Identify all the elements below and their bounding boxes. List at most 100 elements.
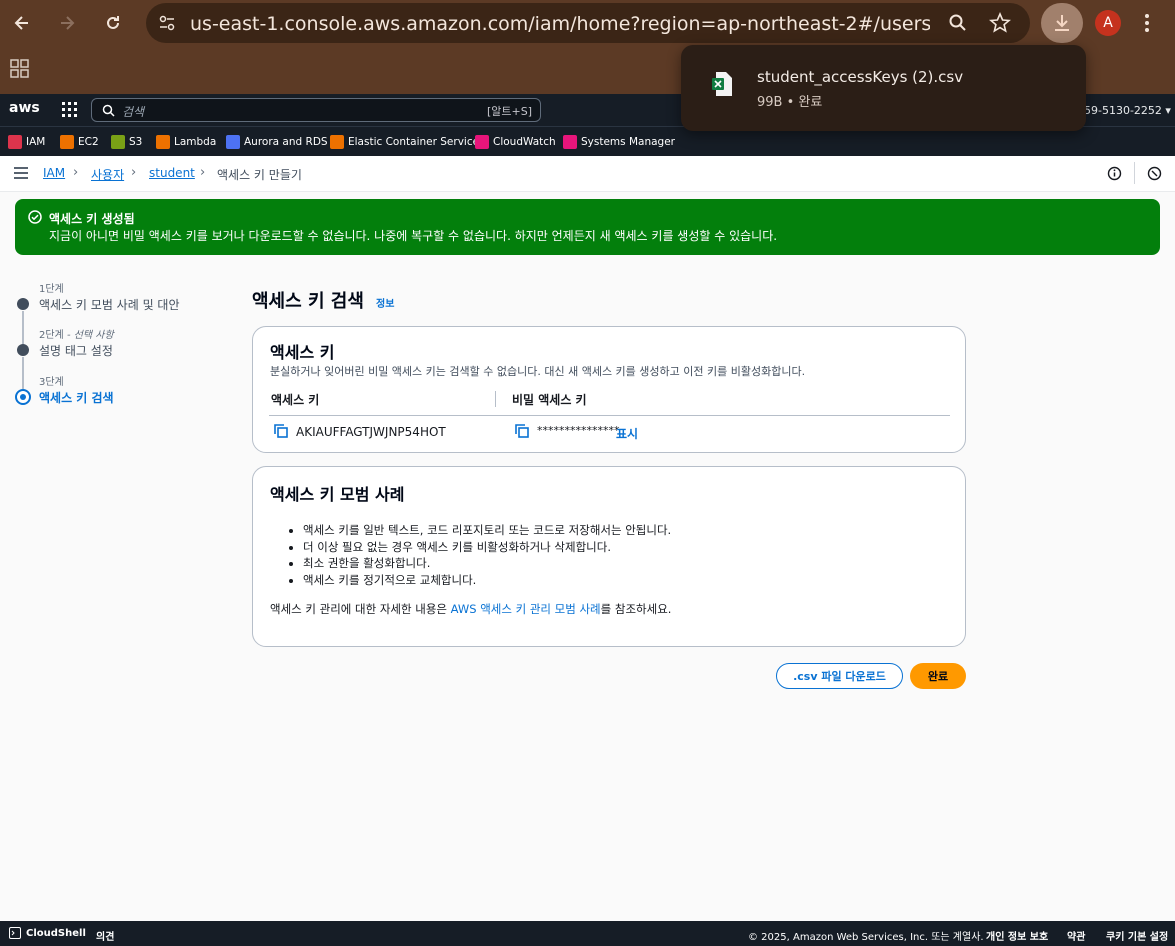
step-3-indicator bbox=[15, 389, 31, 405]
search-icon bbox=[102, 104, 115, 117]
show-secret-link[interactable]: 표시 bbox=[616, 425, 638, 442]
url-text: us-east-1.console.aws.amazon.com/iam/hom… bbox=[190, 13, 930, 35]
browser-menu-icon[interactable] bbox=[1144, 13, 1150, 33]
step-connector bbox=[22, 357, 24, 389]
info-icon[interactable] bbox=[1107, 166, 1122, 181]
favorite-ecs[interactable]: Elastic Container Service bbox=[330, 134, 479, 150]
favorite-ec2[interactable]: EC2 bbox=[60, 134, 99, 150]
info-link[interactable]: 정보 bbox=[376, 295, 394, 310]
search-shortcut-hint: [알트+S] bbox=[486, 105, 532, 118]
column-header-secret-key: 비밀 액세스 키 bbox=[512, 393, 587, 407]
list-item: 액세스 키를 정기적으로 교체합니다. bbox=[303, 572, 671, 589]
breadcrumb-student[interactable]: student bbox=[149, 166, 195, 180]
cookie-preferences-link[interactable]: 쿠키 기본 설정 bbox=[1106, 928, 1168, 943]
list-item: 더 이상 필요 없는 경우 액세스 키를 비활성화하거나 삭제합니다. bbox=[303, 539, 671, 556]
bookmark-star-icon[interactable] bbox=[989, 12, 1011, 34]
account-menu[interactable]: 59-5130-2252 ▾ bbox=[1084, 104, 1171, 117]
copy-icon[interactable] bbox=[274, 424, 288, 438]
cloudshell-button[interactable]: CloudShell bbox=[26, 928, 86, 939]
step-1-indicator bbox=[17, 298, 29, 310]
forward-icon[interactable] bbox=[54, 10, 80, 36]
copy-icon[interactable] bbox=[515, 424, 529, 438]
console-footer: CloudShell 의견 © 2025, Amazon Web Service… bbox=[0, 921, 1175, 946]
step-3-label: 3단계 bbox=[39, 377, 64, 388]
download-filename: student_accessKeys (2).csv bbox=[757, 68, 964, 86]
favorite-label: EC2 bbox=[78, 136, 99, 148]
step-2-label: 2단계 - 선택 사항 bbox=[39, 330, 114, 341]
back-icon[interactable] bbox=[9, 10, 35, 36]
flash-message: 지금이 아니면 비밀 액세스 키를 보거나 다운로드할 수 없습니다. 나중에 … bbox=[49, 229, 778, 243]
access-key-card: 액세스 키 분실하거나 잊어버린 비밀 액세스 키는 검색할 수 없습니다. 대… bbox=[252, 326, 966, 453]
favorite-iam[interactable]: IAM bbox=[8, 134, 45, 150]
breadcrumb-iam[interactable]: IAM bbox=[43, 166, 65, 180]
search-input[interactable]: 검색 [알트+S] bbox=[91, 98, 541, 122]
reference-prefix: 액세스 키 관리에 대한 자세한 내용은 bbox=[270, 602, 451, 616]
reference-suffix: 를 참조하세요. bbox=[600, 602, 672, 616]
chevron-right-icon: › bbox=[131, 165, 137, 180]
step-connector bbox=[22, 311, 24, 344]
breadcrumb-bar: IAM › 사용자 › student › 액세스 키 만들기 bbox=[0, 156, 1175, 192]
access-key-card-title: 액세스 키 bbox=[270, 343, 335, 362]
divider bbox=[1134, 162, 1135, 184]
best-practices-link[interactable]: AWS 액세스 키 관리 모범 사례 bbox=[451, 602, 601, 616]
feedback-icon[interactable] bbox=[1147, 166, 1162, 181]
breadcrumb-users[interactable]: 사용자 bbox=[91, 166, 124, 183]
hamburger-menu-icon[interactable] bbox=[14, 167, 28, 179]
s3-icon bbox=[111, 135, 125, 149]
systems-manager-icon bbox=[563, 135, 577, 149]
access-key-card-description: 분실하거나 잊어버린 비밀 액세스 키는 검색할 수 없습니다. 대신 새 액세… bbox=[270, 365, 806, 378]
favorite-label: IAM bbox=[26, 136, 46, 148]
list-item: 액세스 키를 일반 텍스트, 코드 리포지토리 또는 코드로 저장해서는 안됩니… bbox=[303, 522, 671, 539]
chevron-right-icon: › bbox=[73, 165, 79, 180]
favorite-label: CloudWatch bbox=[493, 136, 556, 148]
iam-icon bbox=[8, 135, 22, 149]
cloudshell-icon[interactable] bbox=[9, 927, 21, 939]
favorite-label: Systems Manager bbox=[581, 136, 675, 148]
step-1-label: 1단계 bbox=[39, 284, 64, 295]
best-practices-list: 액세스 키를 일반 텍스트, 코드 리포지토리 또는 코드로 저장해서는 안됩니… bbox=[303, 522, 671, 588]
reload-icon[interactable] bbox=[100, 10, 126, 36]
best-practices-card: 액세스 키 모범 사례 액세스 키를 일반 텍스트, 코드 리포지토리 또는 코… bbox=[252, 466, 966, 647]
favorite-label: S3 bbox=[129, 136, 143, 148]
column-divider bbox=[495, 391, 496, 407]
download-bubble[interactable]: student_accessKeys (2).csv 99B • 완료 bbox=[681, 45, 1086, 131]
favorite-lambda[interactable]: Lambda bbox=[156, 134, 216, 150]
download-csv-button[interactable]: .csv 파일 다운로드 bbox=[776, 663, 903, 689]
secret-key-masked: *************** bbox=[537, 424, 620, 437]
breadcrumb-current: 액세스 키 만들기 bbox=[217, 168, 302, 182]
download-icon[interactable] bbox=[1041, 3, 1083, 43]
services-menu-icon[interactable] bbox=[62, 102, 77, 117]
lambda-icon bbox=[156, 135, 170, 149]
download-status: 99B • 완료 bbox=[757, 95, 823, 110]
cloudwatch-icon bbox=[475, 135, 489, 149]
terms-link[interactable]: 약관 bbox=[1067, 928, 1085, 943]
search-placeholder: 검색 bbox=[122, 105, 145, 119]
rds-icon bbox=[226, 135, 240, 149]
step-2-indicator bbox=[17, 344, 29, 356]
success-flashbar: 액세스 키 생성됨 지금이 아니면 비밀 액세스 키를 보거나 다운로드할 수 … bbox=[15, 199, 1160, 255]
done-button[interactable]: 완료 bbox=[910, 663, 966, 689]
flash-title: 액세스 키 생성됨 bbox=[49, 212, 135, 226]
profile-avatar[interactable]: A bbox=[1095, 10, 1121, 36]
privacy-link[interactable]: 개인 정보 보호 bbox=[986, 928, 1048, 943]
step-1-title[interactable]: 액세스 키 모범 사례 및 대안 bbox=[39, 296, 180, 313]
address-bar[interactable]: us-east-1.console.aws.amazon.com/iam/hom… bbox=[146, 3, 1030, 43]
feedback-button[interactable]: 의견 bbox=[96, 928, 114, 943]
aws-logo[interactable]: aws bbox=[9, 100, 40, 116]
ecs-icon bbox=[330, 135, 344, 149]
step-3-title: 액세스 키 검색 bbox=[39, 391, 114, 405]
favorite-cloudwatch[interactable]: CloudWatch bbox=[475, 134, 556, 150]
check-circle-icon bbox=[28, 210, 42, 224]
site-settings-icon[interactable] bbox=[158, 14, 176, 32]
excel-file-icon bbox=[712, 71, 734, 97]
zoom-icon[interactable] bbox=[948, 13, 968, 33]
favorite-rds[interactable]: Aurora and RDS bbox=[226, 134, 328, 150]
favorite-systems-manager[interactable]: Systems Manager bbox=[563, 134, 675, 150]
apps-grid-icon[interactable] bbox=[10, 59, 30, 79]
step-2-title[interactable]: 설명 태그 설정 bbox=[39, 342, 113, 359]
access-key-value: AKIAUFFAGTJWJNP54HOT bbox=[296, 425, 446, 439]
copyright-text: © 2025, Amazon Web Services, Inc. 또는 계열사… bbox=[748, 932, 984, 943]
chevron-right-icon: › bbox=[200, 165, 206, 180]
best-practices-reference: 액세스 키 관리에 대한 자세한 내용은 AWS 액세스 키 관리 모범 사례를… bbox=[270, 601, 671, 617]
favorite-s3[interactable]: S3 bbox=[111, 134, 142, 150]
